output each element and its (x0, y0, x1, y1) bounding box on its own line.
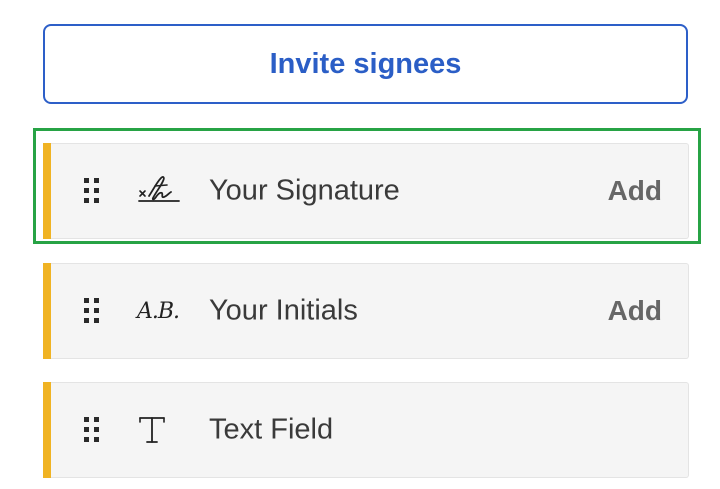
field-row-signature[interactable]: Your Signature Add (43, 143, 689, 239)
fields-panel: Invite signees Your Signature Add A.B. Y… (0, 0, 720, 489)
field-row-text-field[interactable]: Text Field (43, 382, 689, 478)
accent-bar (43, 143, 51, 239)
add-initials-button[interactable]: Add (608, 295, 662, 327)
drag-handle-icon[interactable] (84, 417, 100, 443)
drag-handle-icon[interactable] (84, 298, 100, 324)
field-label: Your Signature (209, 174, 400, 207)
drag-handle-icon[interactable] (84, 178, 100, 204)
invite-signees-button[interactable]: Invite signees (43, 24, 688, 104)
initials-icon: A.B. (137, 298, 180, 324)
field-label: Your Initials (209, 294, 358, 327)
text-field-icon (137, 410, 187, 450)
add-signature-button[interactable]: Add (608, 175, 662, 207)
accent-bar (43, 263, 51, 359)
field-row-initials[interactable]: A.B. Your Initials Add (43, 263, 689, 359)
invite-signees-label: Invite signees (269, 47, 462, 80)
field-label: Text Field (209, 413, 334, 446)
signature-icon (137, 171, 187, 211)
accent-bar (43, 382, 51, 478)
